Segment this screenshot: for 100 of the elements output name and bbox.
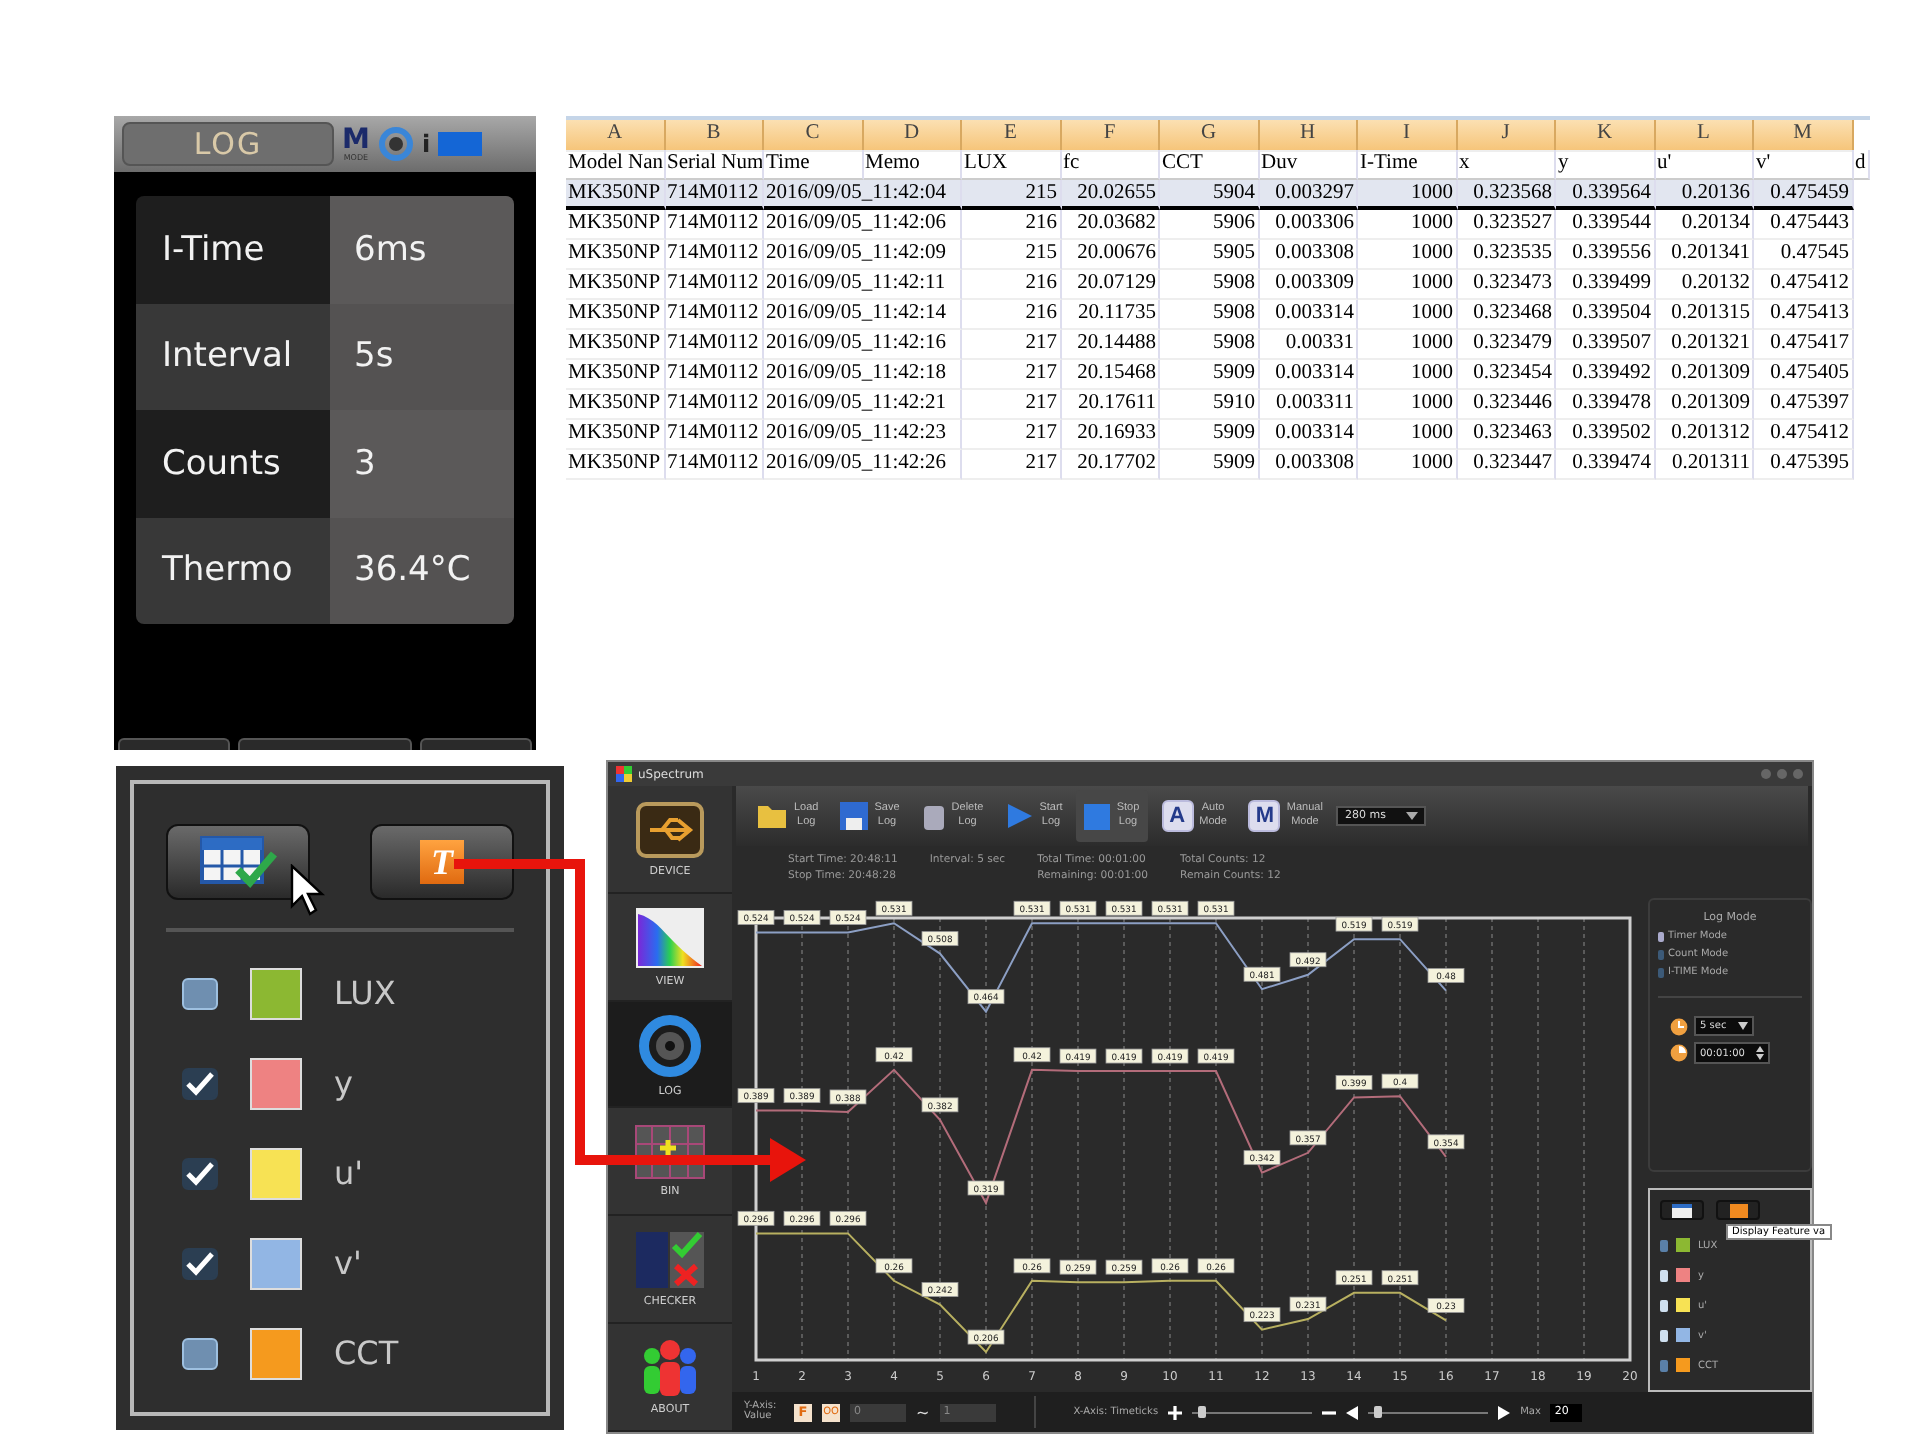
table-cell: 0.475412 [1754,420,1853,450]
table-cell: 0.00331 [1259,330,1358,360]
table-cell: MK350NP [566,300,665,330]
column-letter[interactable]: A [566,120,665,152]
table-cell: 2016/09/05_11:42:11 [764,270,962,300]
column-letter[interactable]: I [1358,120,1457,152]
table-cell: 0.323535 [1457,240,1556,270]
table-cell: 5909 [1160,420,1259,450]
folder-icon [756,802,788,830]
setting-label: Counts [136,410,330,517]
table-cell: 0.003314 [1259,420,1358,450]
table-cell: 0.475405 [1754,360,1853,390]
checkbox[interactable] [182,1157,218,1189]
table-cell: 0.003311 [1259,390,1358,420]
table-cell: 0.201309 [1655,360,1754,390]
table-cell: 714M0112 [665,270,764,300]
zoom-out-icon[interactable] [1322,1409,1337,1415]
table-cell: 714M0112 [665,210,764,240]
column-letter[interactable]: C [764,120,863,152]
scroll-left-icon[interactable] [1346,1405,1359,1419]
table-cell: 714M0112 [665,330,764,360]
table-cell: MK350NP [566,420,665,450]
info-mark[interactable]: i [421,130,431,158]
table-view-button[interactable] [166,824,310,900]
setting-value: 5s [330,303,514,410]
checkbox[interactable] [1660,1299,1668,1311]
column-letter[interactable]: J [1457,120,1556,152]
table-cell: 0.339544 [1556,210,1655,240]
timer-icon [1670,1044,1688,1062]
column-letter[interactable]: M [1754,120,1853,152]
zoom-in-icon[interactable] [1168,1405,1183,1419]
table-cell: 0.475413 [1754,300,1853,330]
column-letter[interactable]: D [863,120,962,152]
checkbox[interactable] [1660,1239,1668,1251]
scroll-right-icon[interactable] [1498,1405,1511,1419]
table-cell: 216 [962,300,1061,330]
table-cell: 0.339504 [1556,300,1655,330]
table-cell: 0.20132 [1655,270,1754,300]
checkbox[interactable] [182,1337,218,1369]
table-cell: 0.201341 [1655,240,1754,270]
table-view-button[interactable] [1660,1200,1704,1220]
table-cell: 5910 [1160,390,1259,420]
table-cell: 0.475443 [1754,210,1853,240]
table-cell: 217 [962,330,1061,360]
table-cell: 20.14488 [1061,330,1160,360]
app-logo-icon [616,766,632,782]
table-cell: 1000 [1358,270,1457,300]
table-cell: 0.003308 [1259,240,1358,270]
checkbox[interactable] [1660,1269,1668,1281]
table-cell: 2016/09/05_11:42:26 [764,450,962,480]
feature-label: CCT [334,1334,399,1372]
column-letter[interactable]: E [962,120,1061,152]
table-cell: 0.323446 [1457,390,1556,420]
table-cell: 0.47545 [1754,240,1853,270]
table-cell: MK350NP [566,240,665,270]
table-cell: 2016/09/05_11:42:18 [764,360,962,390]
checkbox[interactable] [182,977,218,1009]
setting-value: 6ms [330,196,514,303]
table-cell: 1000 [1358,330,1457,360]
checkbox[interactable] [1660,1329,1668,1341]
checkbox[interactable] [182,1067,218,1099]
table-cell: 0.339507 [1556,330,1655,360]
display-feature-button[interactable] [1716,1200,1760,1220]
save-icon [840,802,869,830]
column-letter[interactable]: K [1556,120,1655,152]
feature-label: LUX [334,974,396,1012]
clock-icon [1670,1017,1688,1035]
table-cell: 20.03682 [1061,210,1160,240]
zoom-slider-thumb[interactable] [1198,1405,1207,1417]
checkbox[interactable] [1660,1359,1668,1371]
checkbox[interactable] [182,1247,218,1279]
refresh-icon[interactable] [377,126,414,162]
table-cell: 714M0112 [665,450,764,480]
table-cell: 0.003306 [1259,210,1358,240]
column-letter[interactable]: B [665,120,764,152]
column-letter[interactable]: F [1061,120,1160,152]
table-cell: 20.11735 [1061,300,1160,330]
stop-icon [1084,803,1111,829]
table-cell: 714M0112 [665,420,764,450]
scroll-slider-thumb[interactable] [1374,1405,1383,1417]
trash-icon [921,802,946,830]
table-cell: MK350NP [566,330,665,360]
table-cell: 1000 [1358,180,1457,210]
table-cell: 0.323463 [1457,420,1556,450]
table-cell: MK350NP [566,390,665,420]
table-cell: 0.201309 [1655,390,1754,420]
table-cell: 0.475412 [1754,270,1853,300]
table-cell: 2016/09/05_11:42:09 [764,240,962,270]
table-cell: MK350NP [566,210,665,240]
table-cell: 1000 [1358,240,1457,270]
setting-label: Interval [136,303,330,410]
table-cell: MK350NP [566,270,665,300]
table-cell: 0.339492 [1556,360,1655,390]
spinner-arrows-icon [1756,1046,1765,1060]
column-letter[interactable]: G [1160,120,1259,152]
feature-label: y [334,1064,353,1102]
column-letter[interactable]: H [1259,120,1358,152]
column-letter[interactable]: L [1655,120,1754,152]
table-cell: 714M0112 [665,240,764,270]
table-cell: 0.323527 [1457,210,1556,240]
